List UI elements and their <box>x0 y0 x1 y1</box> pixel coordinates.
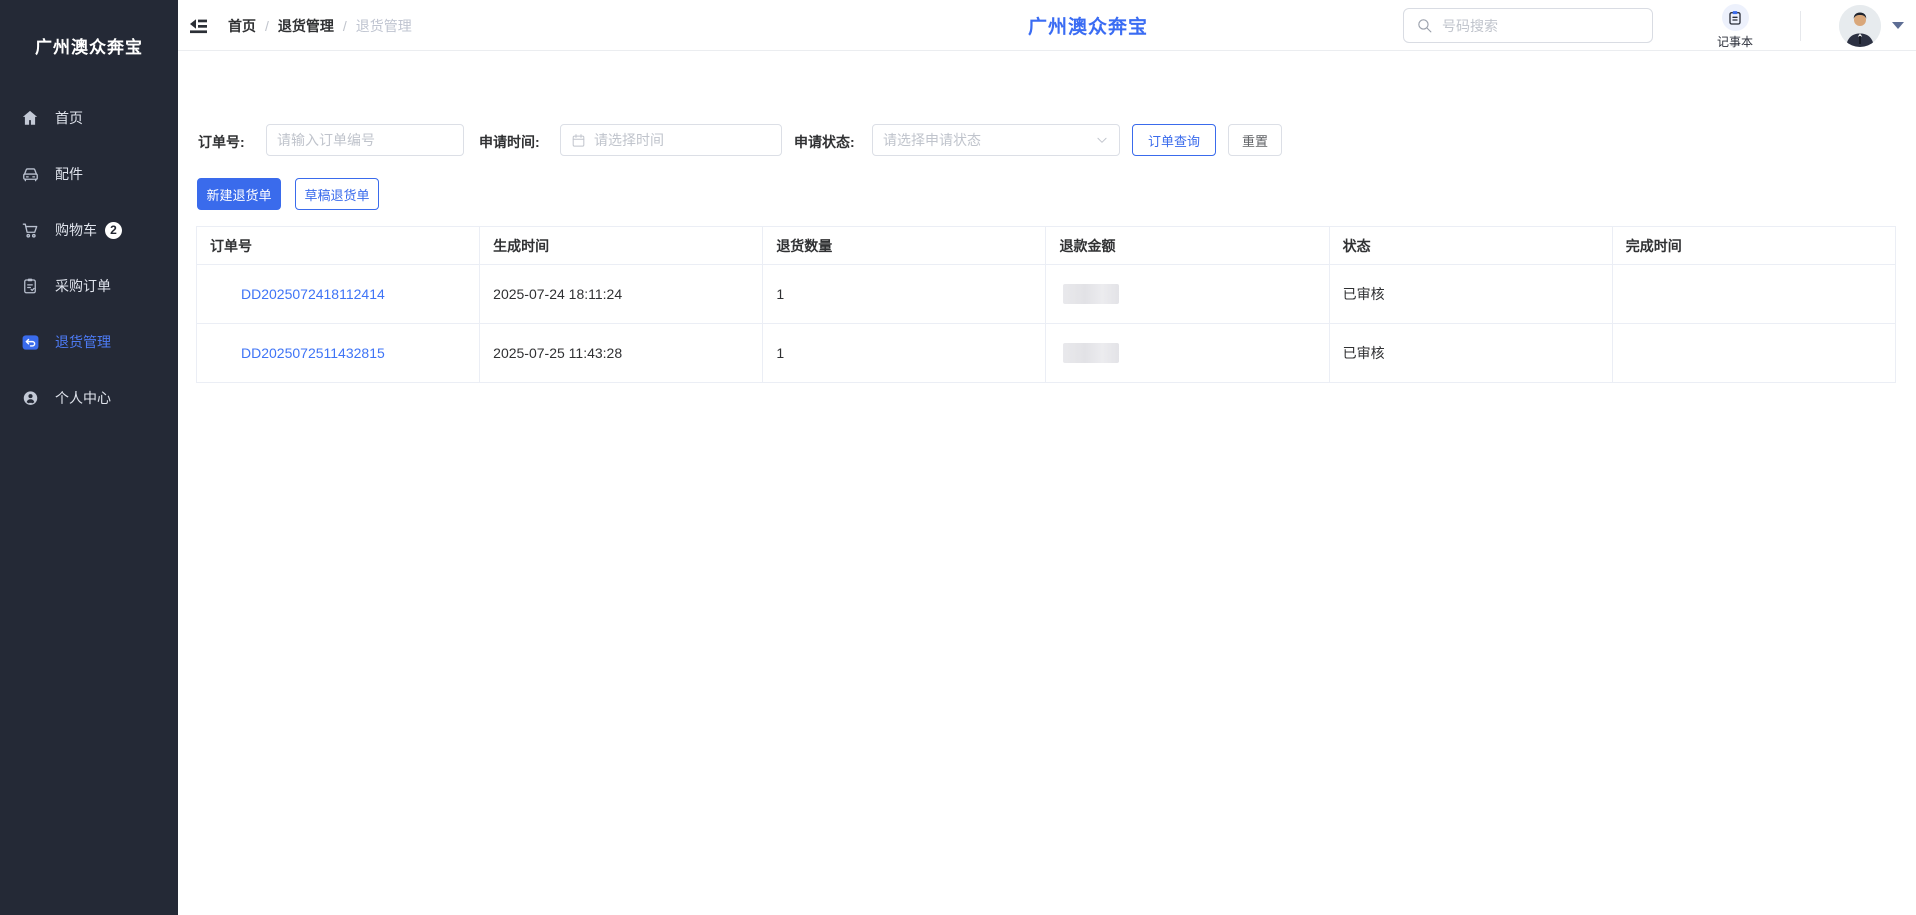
page-title: 广州澳众奔宝 <box>1028 0 1148 51</box>
quantity-cell: 1 <box>763 324 1046 383</box>
sidebar-item-label: 配件 <box>55 164 83 184</box>
table-row: DD2025072511432815 2025-07-25 11:43:28 1… <box>197 324 1896 383</box>
sidebar-item-profile[interactable]: 个人中心 <box>0 370 178 426</box>
notepad-button[interactable]: 记事本 <box>1700 4 1770 50</box>
search-icon <box>1416 17 1433 34</box>
sidebar-item-returns[interactable]: 退货管理 <box>0 314 178 370</box>
order-no-link[interactable]: DD2025072511432815 <box>241 345 385 361</box>
calendar-icon <box>571 133 586 148</box>
main-area: 首页 / 退货管理 / 退货管理 广州澳众奔宝 记事本 <box>178 0 1916 915</box>
completed-at-cell <box>1612 324 1895 383</box>
breadcrumb-section[interactable]: 退货管理 <box>278 16 334 36</box>
return-icon <box>20 332 40 352</box>
returns-table: 订单号 生成时间 退货数量 退款金额 状态 完成时间 DD20250724181… <box>196 226 1896 383</box>
refund-amount-redacted <box>1063 284 1119 304</box>
col-status: 状态 <box>1329 227 1612 265</box>
col-quantity: 退货数量 <box>763 227 1046 265</box>
status-cell: 已审核 <box>1329 324 1612 383</box>
sidebar-item-label: 购物车 <box>55 220 97 240</box>
sidebar: 广州澳众奔宝 首页 配件 购物车 2 采购订单 <box>0 0 178 915</box>
chevron-down-icon <box>1095 133 1109 147</box>
apply-status-placeholder: 请选择申请状态 <box>883 130 1095 150</box>
sidebar-item-cart[interactable]: 购物车 2 <box>0 202 178 258</box>
sidebar-item-label: 退货管理 <box>55 332 111 352</box>
user-icon <box>20 388 40 408</box>
table-header-row: 订单号 生成时间 退货数量 退款金额 状态 完成时间 <box>197 227 1896 265</box>
refund-cell <box>1046 324 1329 383</box>
reset-button[interactable]: 重置 <box>1228 124 1282 156</box>
avatar-dropdown-caret[interactable] <box>1892 22 1904 29</box>
table-row: DD2025072418112414 2025-07-24 18:11:24 1… <box>197 265 1896 324</box>
completed-at-cell <box>1612 265 1895 324</box>
created-at-cell: 2025-07-24 18:11:24 <box>480 265 763 324</box>
cart-icon <box>20 220 40 240</box>
sidebar-item-purchase-orders[interactable]: 采购订单 <box>0 258 178 314</box>
order-no-input[interactable] <box>277 132 453 148</box>
breadcrumb-separator: / <box>265 18 269 34</box>
quantity-cell: 1 <box>763 265 1046 324</box>
cart-count-badge: 2 <box>105 222 122 239</box>
apply-time-placeholder: 请选择时间 <box>594 130 771 150</box>
col-completed-at: 完成时间 <box>1612 227 1895 265</box>
apply-status-select[interactable]: 请选择申请状态 <box>872 124 1120 156</box>
sidebar-item-home[interactable]: 首页 <box>0 90 178 146</box>
status-cell: 已审核 <box>1329 265 1612 324</box>
car-icon <box>20 164 40 184</box>
breadcrumb-separator: / <box>343 18 347 34</box>
breadcrumb-current: 退货管理 <box>356 16 412 36</box>
clipboard-icon <box>20 276 40 296</box>
brand-logo: 广州澳众奔宝 <box>0 0 178 90</box>
order-query-button[interactable]: 订单查询 <box>1132 124 1216 156</box>
search-input[interactable] <box>1442 18 1640 34</box>
sidebar-item-label: 个人中心 <box>55 388 111 408</box>
order-no-label: 订单号: <box>198 132 245 152</box>
notepad-icon <box>1722 4 1749 31</box>
number-search[interactable] <box>1403 8 1653 43</box>
col-order-no: 订单号 <box>197 227 480 265</box>
top-bar: 首页 / 退货管理 / 退货管理 广州澳众奔宝 记事本 <box>178 0 1916 51</box>
new-return-button[interactable]: 新建退货单 <box>197 178 281 210</box>
col-created-at: 生成时间 <box>480 227 763 265</box>
header-divider <box>1800 11 1801 41</box>
order-no-link[interactable]: DD2025072418112414 <box>241 286 385 302</box>
sidebar-item-parts[interactable]: 配件 <box>0 146 178 202</box>
home-icon <box>20 108 40 128</box>
apply-status-label: 申请状态: <box>794 132 855 152</box>
sidebar-item-label: 首页 <box>55 108 83 128</box>
sidebar-collapse-icon[interactable] <box>188 15 210 37</box>
sidebar-item-label: 采购订单 <box>55 276 111 296</box>
notepad-label: 记事本 <box>1700 33 1770 50</box>
user-avatar[interactable] <box>1839 5 1881 47</box>
breadcrumb-home[interactable]: 首页 <box>228 16 256 36</box>
draft-return-button[interactable]: 草稿退货单 <box>295 178 379 210</box>
apply-time-picker[interactable]: 请选择时间 <box>560 124 782 156</box>
breadcrumb: 首页 / 退货管理 / 退货管理 <box>228 0 412 51</box>
refund-amount-redacted <box>1063 343 1119 363</box>
order-no-field[interactable] <box>266 124 464 156</box>
created-at-cell: 2025-07-25 11:43:28 <box>480 324 763 383</box>
refund-cell <box>1046 265 1329 324</box>
sidebar-nav: 首页 配件 购物车 2 采购订单 退货管理 <box>0 90 178 426</box>
col-refund: 退款金额 <box>1046 227 1329 265</box>
apply-time-label: 申请时间: <box>479 132 540 152</box>
